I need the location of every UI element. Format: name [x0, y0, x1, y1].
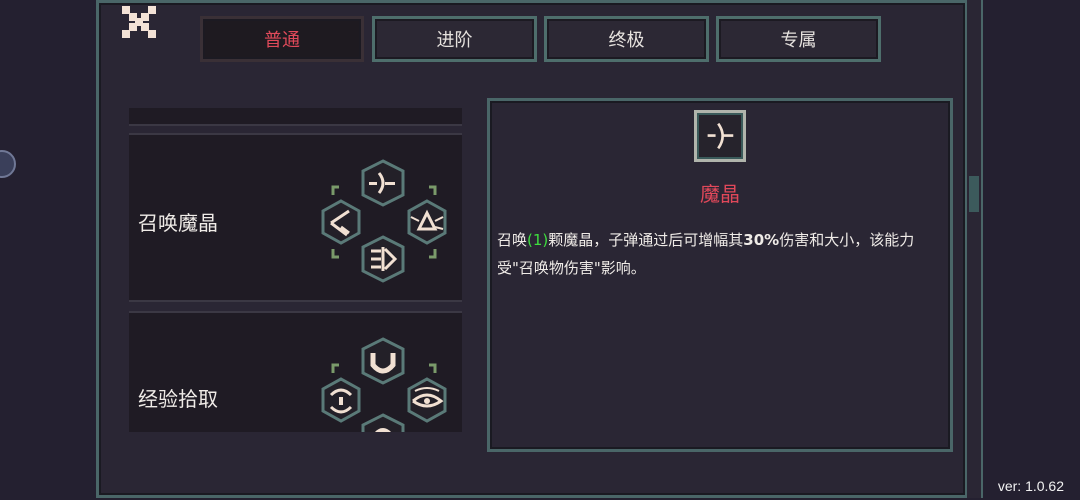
prism-icon [407, 199, 447, 245]
desc-count: (1) [527, 231, 549, 249]
skill-name: 经验拾取 [138, 387, 218, 411]
close-icon[interactable] [120, 4, 158, 40]
reflect-icon [321, 199, 361, 245]
laser-icon [361, 235, 405, 283]
side-avatar[interactable] [0, 150, 16, 178]
desc-text: 颗魔晶，子弹通过后可增幅其 [548, 231, 744, 249]
magnet-icon [361, 337, 405, 385]
skill-combo-diagram [321, 337, 447, 432]
arrow-icon [429, 363, 437, 373]
skill-combo-diagram [321, 159, 447, 283]
skill-card-exp-pickup[interactable]: 经验拾取 [129, 313, 462, 432]
tab-ultimate[interactable]: 终极 [544, 16, 709, 62]
scrollbar[interactable] [965, 0, 983, 498]
desc-percent: 30% [743, 231, 780, 249]
arrow-icon [429, 185, 437, 195]
version-label: ver: 1.0.62 [997, 478, 1064, 494]
tab-label: 终极 [608, 30, 645, 51]
tab-exclusive[interactable]: 专属 [716, 16, 881, 62]
divider [129, 124, 462, 126]
skill-card-summon-crystal[interactable]: 召唤魔晶 [129, 135, 462, 300]
tab-advanced[interactable]: 进阶 [372, 16, 537, 62]
tab-label: 专属 [780, 30, 817, 51]
skill-list[interactable]: 召唤魔晶 经验拾取 [129, 108, 462, 432]
eye-icon [407, 377, 447, 423]
tab-label: 普通 [264, 30, 300, 51]
desc-text: 召唤 [497, 231, 528, 249]
crystal-icon [361, 159, 405, 207]
detail-description: 召唤(1)颗魔晶，子弹通过后可增幅其30%伤害和大小，该能力受"召唤物伤害"影响… [497, 226, 945, 282]
cycle-icon [321, 377, 361, 423]
magnet-small-icon [361, 413, 405, 432]
arrow-icon [331, 363, 339, 373]
arrow-icon [429, 249, 437, 259]
skill-name: 召唤魔晶 [138, 211, 218, 235]
scrollbar-thumb[interactable] [969, 176, 979, 212]
arrow-icon [331, 249, 339, 259]
tab-label: 进阶 [436, 30, 473, 51]
detail-title: 魔晶 [700, 182, 740, 206]
crystal-icon [694, 110, 746, 162]
arrow-icon [331, 185, 339, 195]
list-item-partial [129, 108, 462, 124]
tab-normal[interactable]: 普通 [200, 16, 364, 62]
divider [129, 300, 462, 302]
